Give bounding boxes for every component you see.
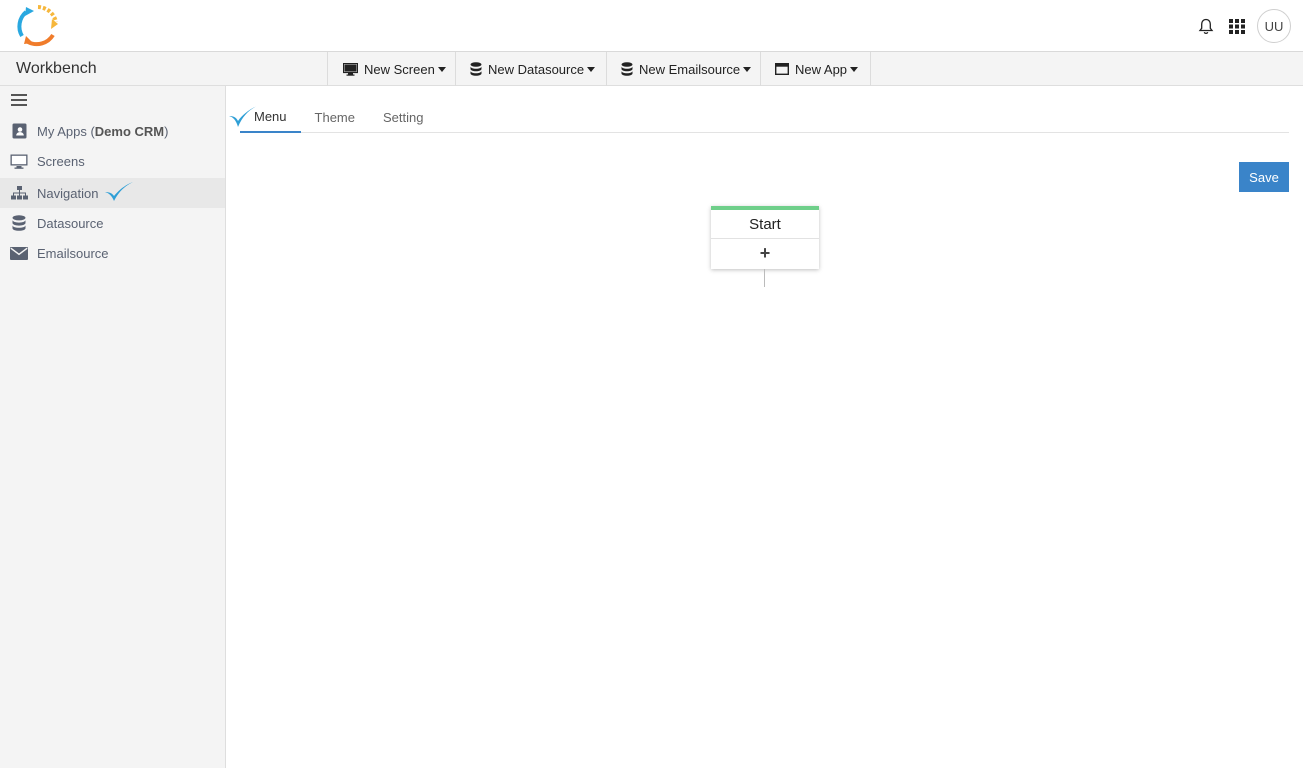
new-screen-label: New Screen (364, 61, 435, 77)
tab-bar: Menu Theme Setting (240, 101, 1289, 133)
start-node[interactable]: Start + (711, 206, 819, 269)
start-node-label: Start (711, 210, 819, 239)
sidebar-item-label: Navigation (37, 185, 99, 201)
toolbar: New Screen New Datasource New Emailsourc… (327, 52, 871, 86)
tab-setting[interactable]: Setting (369, 101, 437, 133)
chevron-down-icon (437, 67, 446, 72)
add-node-button[interactable]: + (711, 239, 819, 268)
hamburger-icon[interactable] (11, 94, 27, 108)
database-icon (470, 62, 482, 76)
sidebar-item-label: Datasource (37, 215, 104, 231)
avatar[interactable]: UU (1257, 9, 1291, 43)
header-actions: UU (1195, 9, 1291, 43)
save-button[interactable]: Save (1239, 162, 1289, 192)
workbench-bar: Workbench New Screen New Datasource New … (0, 52, 1303, 86)
sidebar-item-label: My Apps ( (37, 123, 95, 139)
chevron-down-icon (587, 67, 596, 72)
window-icon (775, 63, 789, 75)
top-header: UU (0, 0, 1303, 52)
monitor-icon (10, 153, 28, 169)
checkmark-icon (228, 104, 260, 133)
database-icon (621, 62, 633, 76)
new-screen-button[interactable]: New Screen (327, 52, 455, 86)
envelope-icon (10, 245, 28, 261)
sidebar-item-label-suffix: ) (164, 123, 169, 139)
sidebar-item-label: Screens (37, 153, 85, 169)
new-emailsource-label: New Emailsource (639, 61, 741, 77)
sidebar-item-datasource[interactable]: Datasource (0, 208, 225, 238)
new-datasource-label: New Datasource (488, 61, 585, 77)
sidebar-item-emailsource[interactable]: Emailsource (0, 238, 225, 268)
monitor-icon (343, 62, 358, 76)
new-emailsource-button[interactable]: New Emailsource (606, 52, 760, 86)
app-name: Demo CRM (94, 123, 165, 139)
database-icon (10, 215, 28, 231)
chevron-down-icon (850, 67, 859, 72)
sidebar-item-label: Emailsource (37, 245, 109, 261)
new-app-label: New App (795, 61, 848, 77)
sidebar-item-my-apps[interactable]: My Apps (Demo CRM) (0, 116, 225, 146)
contact-book-icon (10, 123, 28, 139)
tab-theme[interactable]: Theme (301, 101, 369, 133)
new-datasource-button[interactable]: New Datasource (455, 52, 606, 86)
grid-icon[interactable] (1226, 15, 1248, 37)
sidebar: My Apps (Demo CRM) Screens Navigation Da… (0, 86, 226, 768)
sidebar-item-screens[interactable]: Screens (0, 146, 225, 176)
node-connector (764, 269, 765, 287)
app-logo[interactable] (14, 2, 62, 50)
new-app-button[interactable]: New App (760, 52, 871, 86)
workbench-title: Workbench (16, 60, 97, 77)
bell-icon[interactable] (1195, 15, 1217, 37)
checkmark-icon (104, 181, 134, 206)
chevron-down-icon (743, 67, 752, 72)
sitemap-icon (10, 185, 28, 201)
sidebar-item-navigation[interactable]: Navigation (0, 178, 225, 208)
